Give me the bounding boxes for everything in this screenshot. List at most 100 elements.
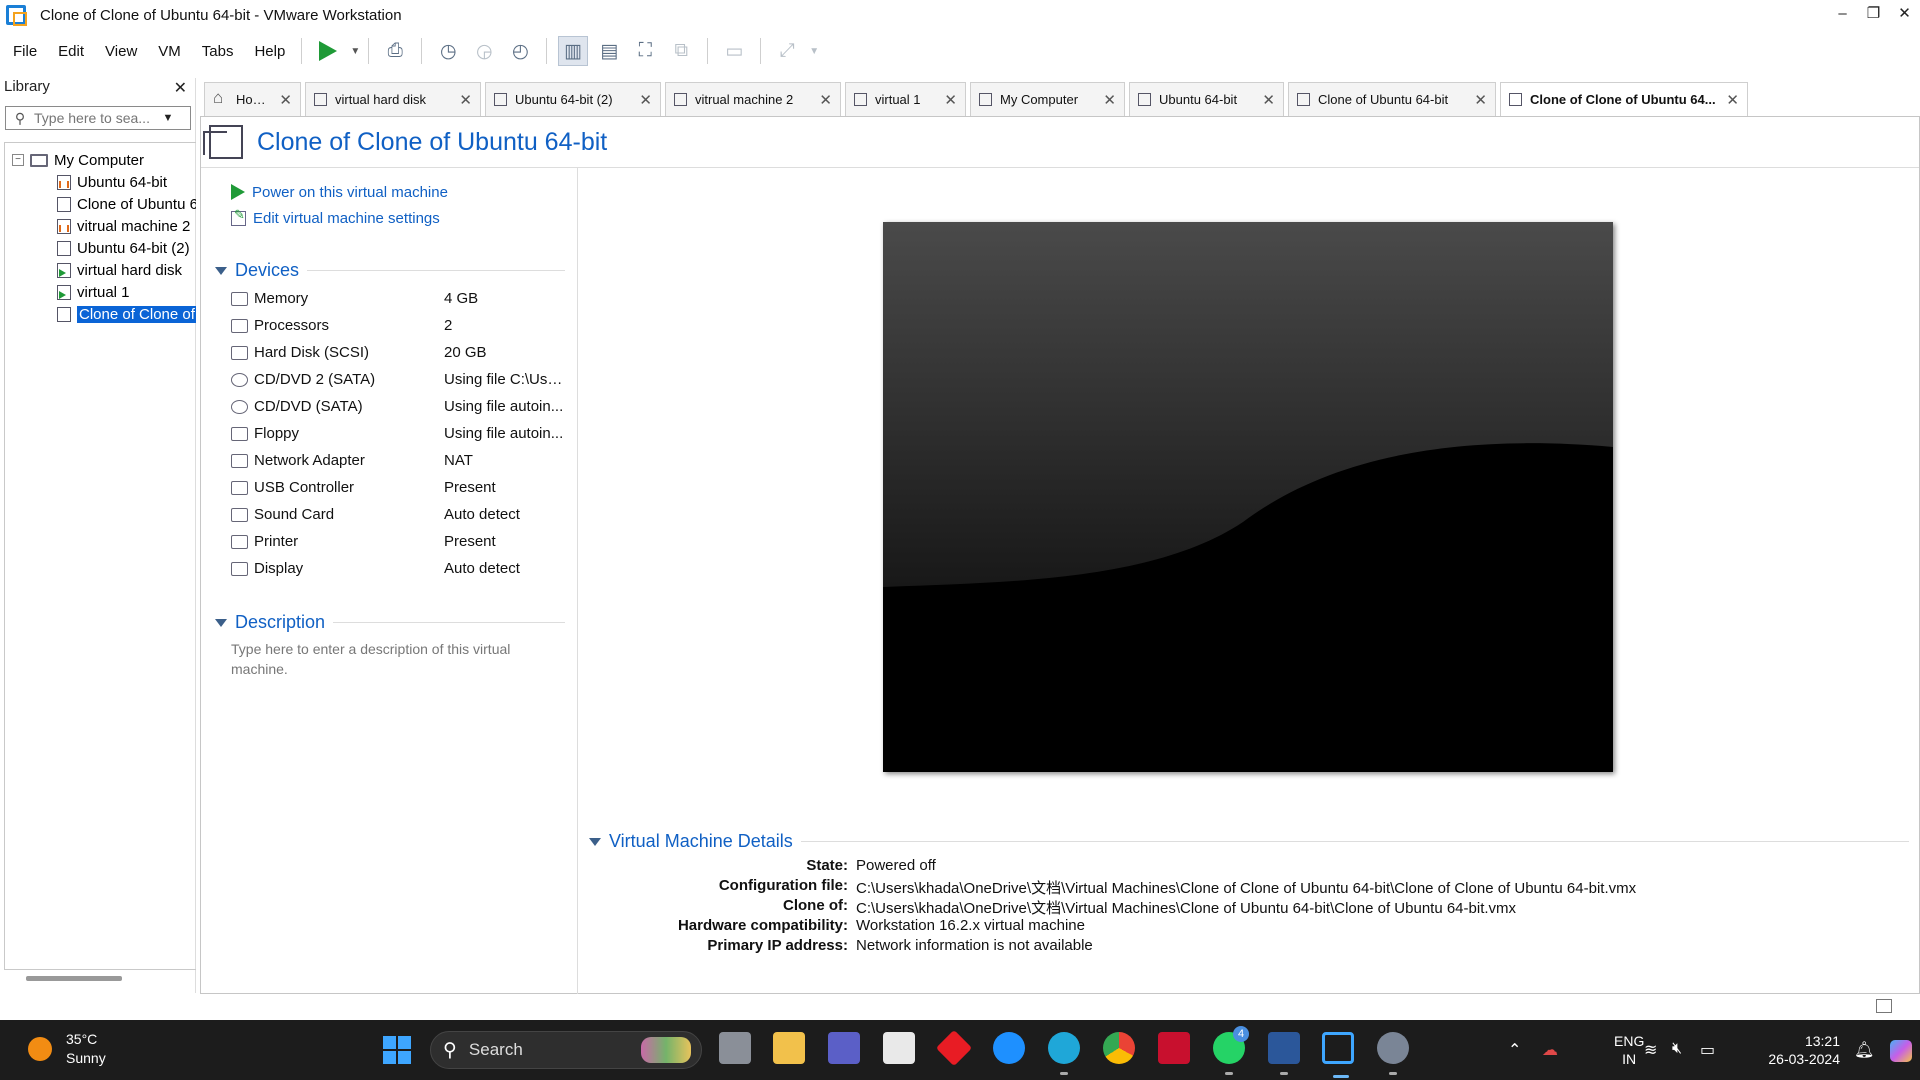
power-on-link[interactable]: Power on this virtual machine [231, 179, 448, 205]
tab-virtual-hard-disk[interactable]: virtual hard disk ✕ [305, 82, 481, 116]
console-view-button[interactable]: ▭ [719, 36, 749, 66]
clock[interactable]: 13:21 26-03-2024 [1750, 1032, 1840, 1068]
menu-file[interactable]: File [0, 43, 45, 60]
taskbar-search[interactable]: ⚲ Search [430, 1031, 702, 1069]
tab-ubuntu-64-bit-2[interactable]: Ubuntu 64-bit (2) ✕ [485, 82, 661, 116]
tab-close-icon[interactable]: ✕ [1726, 91, 1739, 109]
show-thumbnail-bar-button[interactable]: ▤ [594, 36, 624, 66]
chrome-icon[interactable] [1103, 1032, 1135, 1064]
details-section-toggle[interactable]: Virtual Machine Details [589, 831, 1909, 852]
tree-item-vm[interactable]: Clone of Ubuntu 6 [5, 193, 196, 215]
stretch-guest-button[interactable]: ⤢ [772, 36, 802, 66]
battery-icon[interactable]: ▭ [1700, 1040, 1715, 1060]
file-explorer-icon[interactable] [773, 1032, 805, 1064]
tree-item-vm-selected[interactable]: Clone of Clone of [5, 303, 196, 325]
tab-close-icon[interactable]: ✕ [1262, 91, 1275, 109]
device-row-display[interactable]: Display Auto detect [231, 555, 575, 582]
vm-screen-thumbnail[interactable] [883, 222, 1613, 772]
tree-item-vm[interactable]: virtual 1 [5, 281, 196, 303]
device-row-hard-disk[interactable]: Hard Disk (SCSI) 20 GB [231, 339, 575, 366]
device-row-cd-dvd[interactable]: CD/DVD (SATA) Using file autoin... [231, 393, 575, 420]
onedrive-error-icon[interactable]: ☁ [1542, 1040, 1558, 1060]
tree-item-vm[interactable]: Ubuntu 64-bit [5, 171, 196, 193]
description-section-toggle[interactable]: Description [215, 612, 565, 633]
device-row-usb-controller[interactable]: USB Controller Present [231, 474, 575, 501]
library-title: Library [4, 78, 50, 95]
power-dropdown-icon[interactable]: ▼ [350, 46, 360, 57]
power-on-button[interactable] [313, 36, 343, 66]
search-dropdown-icon[interactable]: ▼ [158, 112, 178, 124]
mute-speaker-icon[interactable]: 🔇︎ [1672, 1040, 1682, 1058]
tab-close-icon[interactable]: ✕ [1103, 91, 1116, 109]
menu-edit[interactable]: Edit [45, 43, 92, 60]
close-window-button[interactable]: ✕ [1889, 0, 1920, 30]
tab-home[interactable]: Home ✕ [204, 82, 301, 116]
tab-clone-of-clone-active[interactable]: Clone of Clone of Ubuntu 64... ✕ [1500, 82, 1748, 116]
microsoft-store-icon[interactable] [883, 1032, 915, 1064]
snapshot-button[interactable]: ◷ [433, 36, 463, 66]
task-view-icon[interactable] [719, 1032, 751, 1064]
tab-close-icon[interactable]: ✕ [279, 91, 292, 109]
tree-item-vm[interactable]: vitrual machine 2 [5, 215, 196, 237]
stretch-dropdown-icon[interactable]: ▼ [809, 46, 819, 57]
device-row-sound-card[interactable]: Sound Card Auto detect [231, 501, 575, 528]
device-row-printer[interactable]: Printer Present [231, 528, 575, 555]
menu-tabs[interactable]: Tabs [189, 43, 242, 60]
tab-vitrual-machine-2[interactable]: vitrual machine 2 ✕ [665, 82, 841, 116]
tab-virtual-1[interactable]: virtual 1 ✕ [845, 82, 966, 116]
vmware-icon[interactable] [1322, 1032, 1354, 1078]
collapse-icon[interactable]: − [12, 154, 24, 166]
tree-item-vm[interactable]: Ubuntu 64-bit (2) [5, 237, 196, 259]
teams-icon[interactable] [828, 1032, 860, 1064]
device-row-memory[interactable]: Memory 4 GB [231, 285, 575, 312]
revert-snapshot-button[interactable]: ◶ [469, 36, 499, 66]
tab-ubuntu-64-bit[interactable]: Ubuntu 64-bit ✕ [1129, 82, 1284, 116]
start-button[interactable] [383, 1036, 411, 1064]
detail-row-hardware: Hardware compatibility: Workstation 16.2.… [581, 917, 1636, 937]
tab-clone-of-ubuntu[interactable]: Clone of Ubuntu 64-bit ✕ [1288, 82, 1496, 116]
send-ctrl-alt-del-button[interactable]: ⎙ [380, 36, 410, 66]
tab-close-icon[interactable]: ✕ [819, 91, 832, 109]
tab-close-icon[interactable]: ✕ [1474, 91, 1487, 109]
unity-button[interactable]: ⧉ [666, 36, 696, 66]
edit-settings-link[interactable]: Edit virtual machine settings [231, 205, 448, 231]
tree-item-my-computer[interactable]: − My Computer [5, 149, 196, 171]
tab-close-icon[interactable]: ✕ [459, 91, 472, 109]
snapshot-manager-button[interactable]: ◴ [505, 36, 535, 66]
notification-bell-icon[interactable]: 🔔︎ [1854, 1040, 1874, 1060]
show-library-button[interactable]: ▥ [558, 36, 589, 66]
tab-close-icon[interactable]: ✕ [944, 91, 957, 109]
mcafee-icon[interactable] [1158, 1032, 1190, 1064]
restore-button[interactable]: ❐ [1858, 0, 1889, 30]
library-search-input[interactable] [34, 110, 158, 126]
menu-view[interactable]: View [92, 43, 145, 60]
snapshot-manager-icon: ◴ [511, 40, 529, 62]
tab-close-icon[interactable]: ✕ [639, 91, 652, 109]
show-hidden-icons[interactable]: ⌃ [1508, 1040, 1521, 1060]
menu-vm[interactable]: VM [145, 43, 189, 60]
minimize-button[interactable]: – [1827, 0, 1858, 30]
word-icon[interactable] [1268, 1032, 1300, 1075]
device-row-processors[interactable]: Processors 2 [231, 312, 575, 339]
devices-section-toggle[interactable]: Devices [215, 260, 565, 281]
horizontal-scrollbar[interactable] [26, 976, 122, 981]
tree-item-vm[interactable]: virtual hard disk [5, 259, 196, 281]
whatsapp-icon[interactable]: 4 [1213, 1026, 1249, 1075]
tab-my-computer[interactable]: My Computer ✕ [970, 82, 1125, 116]
get-help-icon[interactable] [993, 1032, 1025, 1064]
device-row-floppy[interactable]: Floppy Using file autoin... [231, 420, 575, 447]
anydesk-icon[interactable] [935, 1029, 973, 1067]
message-log-icon[interactable] [1876, 999, 1892, 1013]
language-indicator[interactable]: ENG IN [1614, 1032, 1644, 1068]
settings-icon[interactable] [1377, 1032, 1409, 1075]
menu-help[interactable]: Help [241, 43, 293, 60]
device-row-cd-dvd-2[interactable]: CD/DVD 2 (SATA) Using file C:\Use... [231, 366, 575, 393]
description-field[interactable]: Type here to enter a description of this… [231, 639, 551, 679]
weather-widget[interactable]: 35°C Sunny [28, 1030, 106, 1068]
wifi-icon[interactable]: ≋ [1644, 1040, 1657, 1060]
device-row-network-adapter[interactable]: Network Adapter NAT [231, 447, 575, 474]
full-screen-button[interactable]: ⛶ [630, 36, 660, 66]
edge-icon[interactable] [1048, 1032, 1080, 1075]
library-close-icon[interactable]: ✕ [174, 78, 187, 98]
copilot-icon[interactable] [1890, 1040, 1912, 1062]
